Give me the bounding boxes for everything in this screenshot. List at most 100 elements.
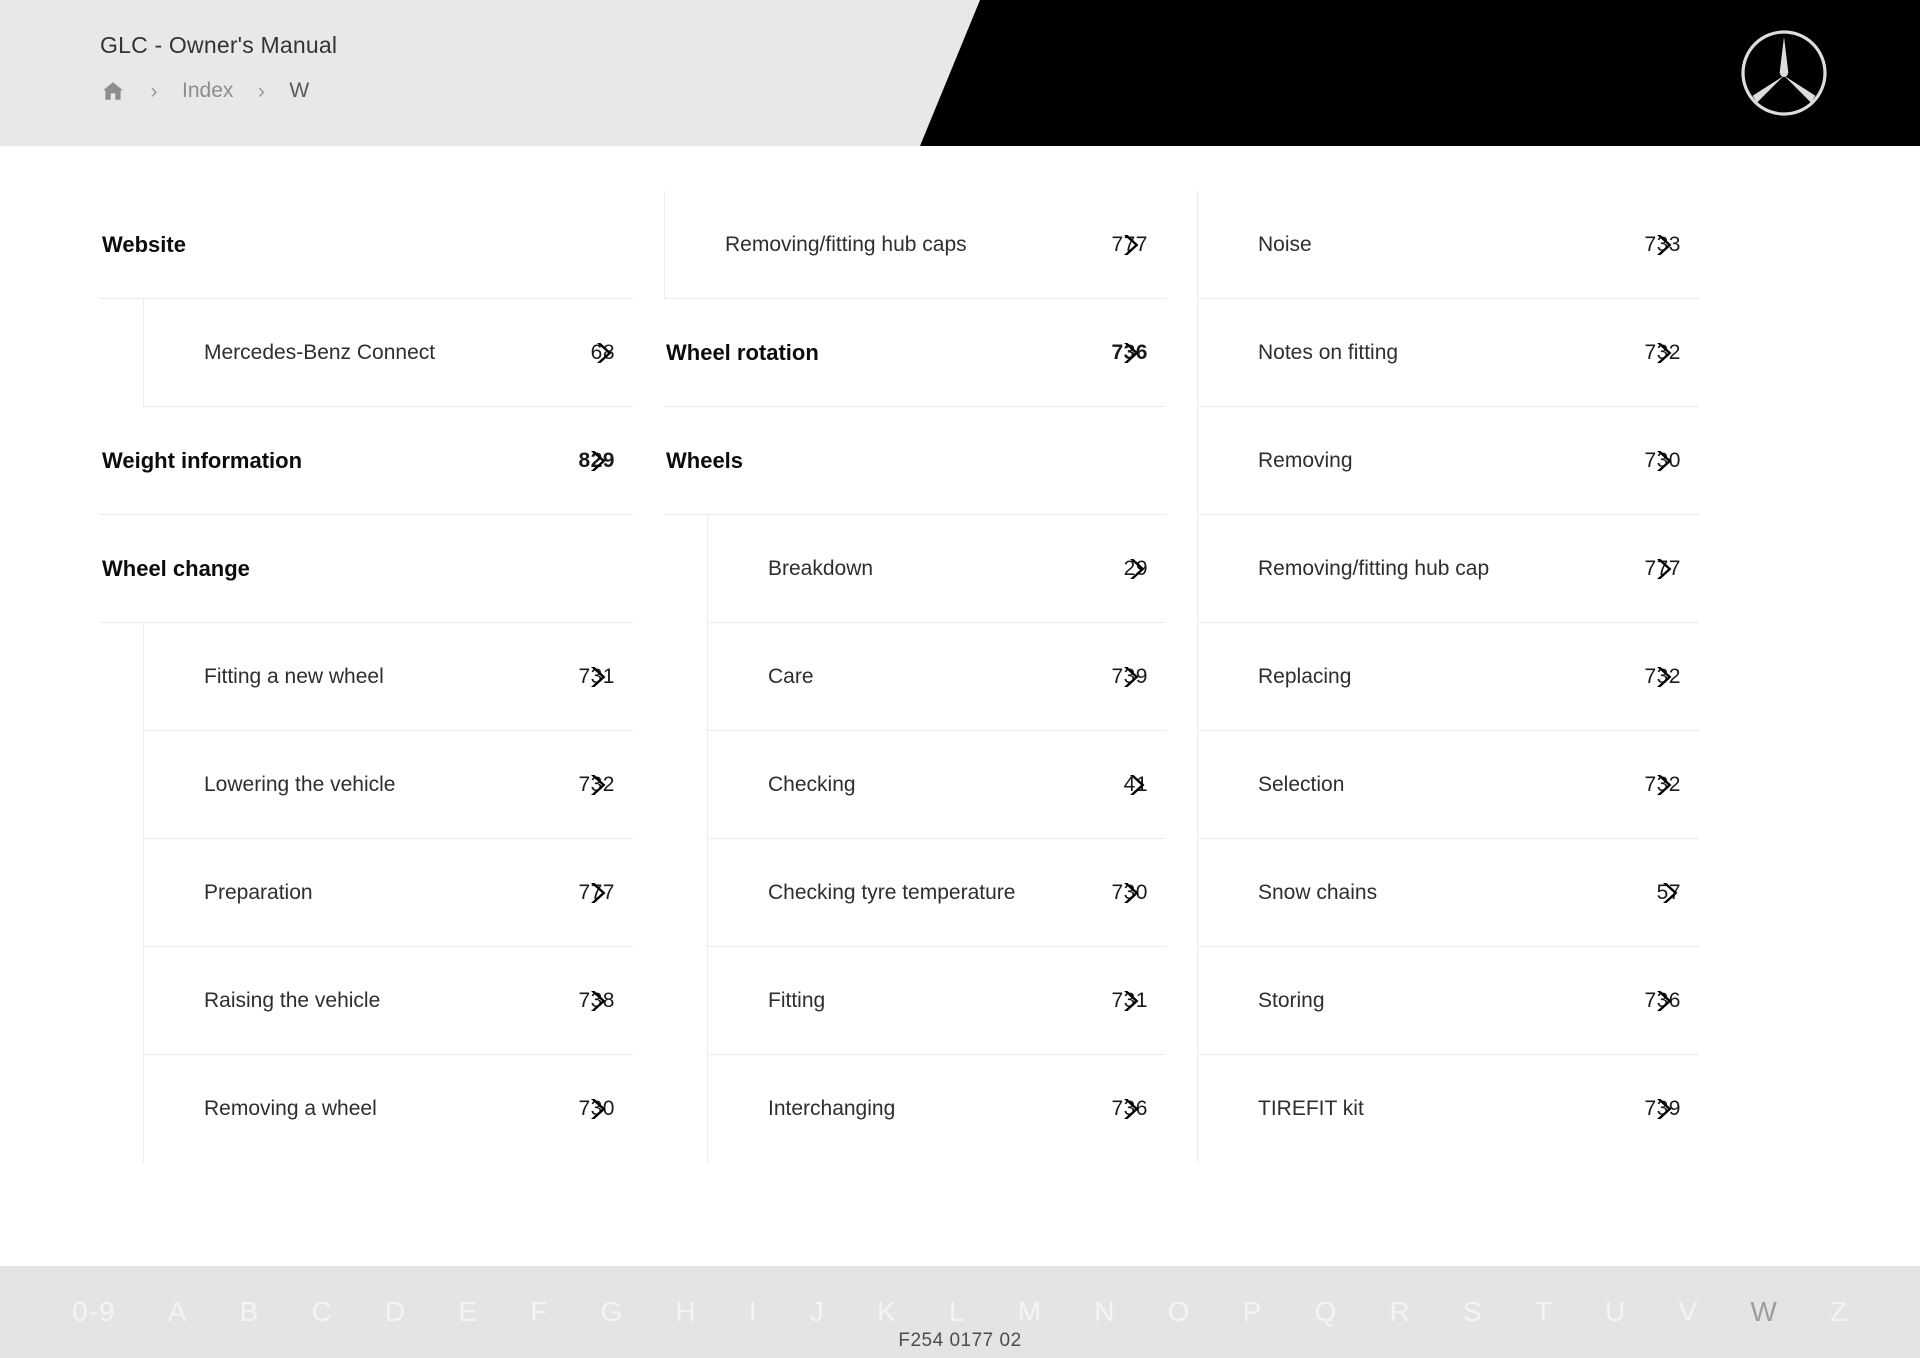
alpha-nav-v[interactable]: V — [1652, 1298, 1724, 1326]
index-entry-care[interactable]: Care 739 — [707, 623, 1166, 731]
entry-label: Breakdown — [768, 556, 874, 580]
index-entry-weight-information[interactable]: Weight information 829 — [100, 407, 633, 515]
alpha-nav-n[interactable]: N — [1068, 1298, 1141, 1326]
index-entry-preparation[interactable]: Preparation 777 — [143, 839, 633, 947]
entry-label: Selection — [1258, 772, 1345, 796]
alpha-nav-m[interactable]: M — [992, 1298, 1069, 1326]
index-entry-removing[interactable]: Removing 730 — [1197, 407, 1699, 515]
alpha-nav-h[interactable]: H — [649, 1298, 722, 1326]
page-number: 730 — [1644, 449, 1681, 473]
entry-label: Removing a wheel — [204, 1097, 377, 1120]
page-number: 777 — [1111, 233, 1148, 257]
alpha-nav-q[interactable]: Q — [1288, 1298, 1363, 1326]
alpha-nav-a[interactable]: A — [142, 1298, 214, 1326]
index-entry-replacing[interactable]: Replacing 732 — [1197, 623, 1699, 731]
page-number-value: 736 — [1111, 1097, 1148, 1120]
page-number: 29 — [1124, 557, 1148, 581]
index-entry-breakdown[interactable]: Breakdown 29 — [707, 515, 1166, 623]
page-number: 777 — [578, 881, 615, 905]
alpha-nav-t[interactable]: T — [1509, 1298, 1579, 1326]
index-entry-removing-a-wheel[interactable]: Removing a wheel 730 — [143, 1055, 633, 1163]
index-entry-removing-fitting-hub-caps[interactable]: Removing/fitting hub caps 777 — [664, 191, 1166, 299]
alpha-nav-e[interactable]: E — [432, 1298, 504, 1326]
entry-label: Wheel rotation — [666, 339, 819, 365]
entry-label: Interchanging — [768, 1097, 896, 1120]
alpha-nav-b[interactable]: B — [214, 1298, 286, 1326]
page-number-value: 777 — [578, 880, 615, 904]
page-number: 739 — [1111, 665, 1148, 689]
entry-label: Storing — [1258, 988, 1325, 1012]
page-number-value: 732 — [1644, 772, 1681, 796]
breadcrumb-item-index[interactable]: Index — [182, 79, 233, 103]
index-heading-wheels[interactable]: Wheels — [664, 407, 1166, 515]
entry-label: Removing — [1258, 448, 1353, 472]
home-icon[interactable] — [100, 80, 126, 102]
index-entry-selection[interactable]: Selection 732 — [1197, 731, 1699, 839]
alpha-nav-g[interactable]: G — [574, 1298, 649, 1326]
index-entry-notes-on-fitting[interactable]: Notes on fitting 732 — [1197, 299, 1699, 407]
alpha-nav-o[interactable]: O — [1142, 1298, 1217, 1326]
index-column-1: Website Mercedes-Benz Connect 68 Weight … — [100, 191, 633, 1312]
page-number-value: 736 — [1111, 340, 1148, 364]
page-number: 730 — [1111, 881, 1148, 905]
index-entry-snow-chains[interactable]: Snow chains 57 — [1197, 839, 1699, 947]
index-entry-fitting-a-new-wheel[interactable]: Fitting a new wheel 731 — [143, 623, 633, 731]
index-entry-removing-fitting-hub-cap[interactable]: Removing/fitting hub cap 777 — [1197, 515, 1699, 623]
page-number-value: 731 — [1111, 988, 1148, 1012]
index-heading-wheel-change[interactable]: Wheel change — [100, 515, 633, 623]
page-number-value: 829 — [578, 448, 615, 472]
alpha-nav-p[interactable]: P — [1217, 1298, 1289, 1326]
entry-label: Website — [102, 231, 186, 257]
alpha-nav-i[interactable]: I — [723, 1298, 784, 1326]
page-number-value: 57 — [1656, 880, 1681, 904]
alpha-nav-0-9[interactable]: 0-9 — [46, 1298, 142, 1326]
entry-label: Mercedes-Benz Connect — [204, 340, 436, 364]
alpha-nav-z[interactable]: Z — [1804, 1298, 1874, 1326]
index-entry-wheel-rotation[interactable]: Wheel rotation 736 — [664, 299, 1166, 407]
index-entry-storing[interactable]: Storing 736 — [1197, 947, 1699, 1055]
alpha-nav-u[interactable]: U — [1579, 1298, 1652, 1326]
index-entry-noise[interactable]: Noise 733 — [1197, 191, 1699, 299]
page-number-value: 733 — [1644, 232, 1681, 256]
index-entry-lowering-the-vehicle[interactable]: Lowering the vehicle 732 — [143, 731, 633, 839]
page-number: 732 — [1644, 665, 1681, 689]
alpha-nav-s[interactable]: S — [1437, 1298, 1509, 1326]
alpha-nav-c[interactable]: C — [285, 1298, 358, 1326]
page-title: GLC - Owner's Manual — [100, 32, 338, 58]
index-entry-checking[interactable]: Checking 41 — [707, 731, 1166, 839]
index-entry-raising-the-vehicle[interactable]: Raising the vehicle 738 — [143, 947, 633, 1055]
entry-label: Fitting — [768, 988, 826, 1012]
page-number-value: 739 — [1111, 664, 1148, 688]
index-entry-mercedes-benz-connect[interactable]: Mercedes-Benz Connect 68 — [143, 299, 633, 407]
breadcrumb-separator-1: › — [150, 79, 158, 103]
alpha-nav-k[interactable]: K — [851, 1298, 923, 1326]
index-entry-checking-tyre-temperature[interactable]: Checking tyre temperature 730 — [707, 839, 1166, 947]
page-number: 777 — [1644, 557, 1681, 581]
entry-label: Wheels — [666, 447, 744, 473]
alpha-nav-f[interactable]: F — [504, 1298, 574, 1326]
entry-label: TIREFIT kit — [1258, 1097, 1364, 1120]
page-header: GLC - Owner's Manual › Index › W — [0, 0, 1920, 146]
mercedes-benz-star-icon — [1738, 27, 1830, 119]
entry-label: Noise — [1258, 232, 1312, 256]
alpha-nav-l[interactable]: L — [923, 1298, 992, 1326]
index-heading-website[interactable]: Website — [100, 191, 633, 299]
index-entry-interchanging[interactable]: Interchanging 736 — [707, 1055, 1166, 1163]
index-entry-tirefit-kit[interactable]: TIREFIT kit 739 — [1197, 1055, 1699, 1163]
entry-label: Notes on fitting — [1258, 340, 1399, 364]
entry-label: Weight information — [102, 447, 303, 473]
page-number: 41 — [1124, 773, 1148, 797]
breadcrumb: › Index › W — [100, 79, 337, 103]
entry-label: Replacing — [1258, 664, 1352, 688]
index-entry-fitting[interactable]: Fitting 731 — [707, 947, 1166, 1055]
page-number: 732 — [1644, 773, 1681, 797]
page-number-value: 777 — [1111, 232, 1148, 256]
page-number: 733 — [1644, 233, 1681, 257]
alpha-nav-w[interactable]: W — [1724, 1298, 1804, 1326]
alpha-nav-j[interactable]: J — [784, 1298, 851, 1326]
page-number: 730 — [578, 1097, 615, 1121]
alpha-nav-r[interactable]: R — [1363, 1298, 1436, 1326]
alpha-nav-d[interactable]: D — [359, 1298, 432, 1326]
page-number-value: 738 — [578, 988, 615, 1012]
header-text-group: GLC - Owner's Manual › Index › W — [100, 32, 337, 103]
